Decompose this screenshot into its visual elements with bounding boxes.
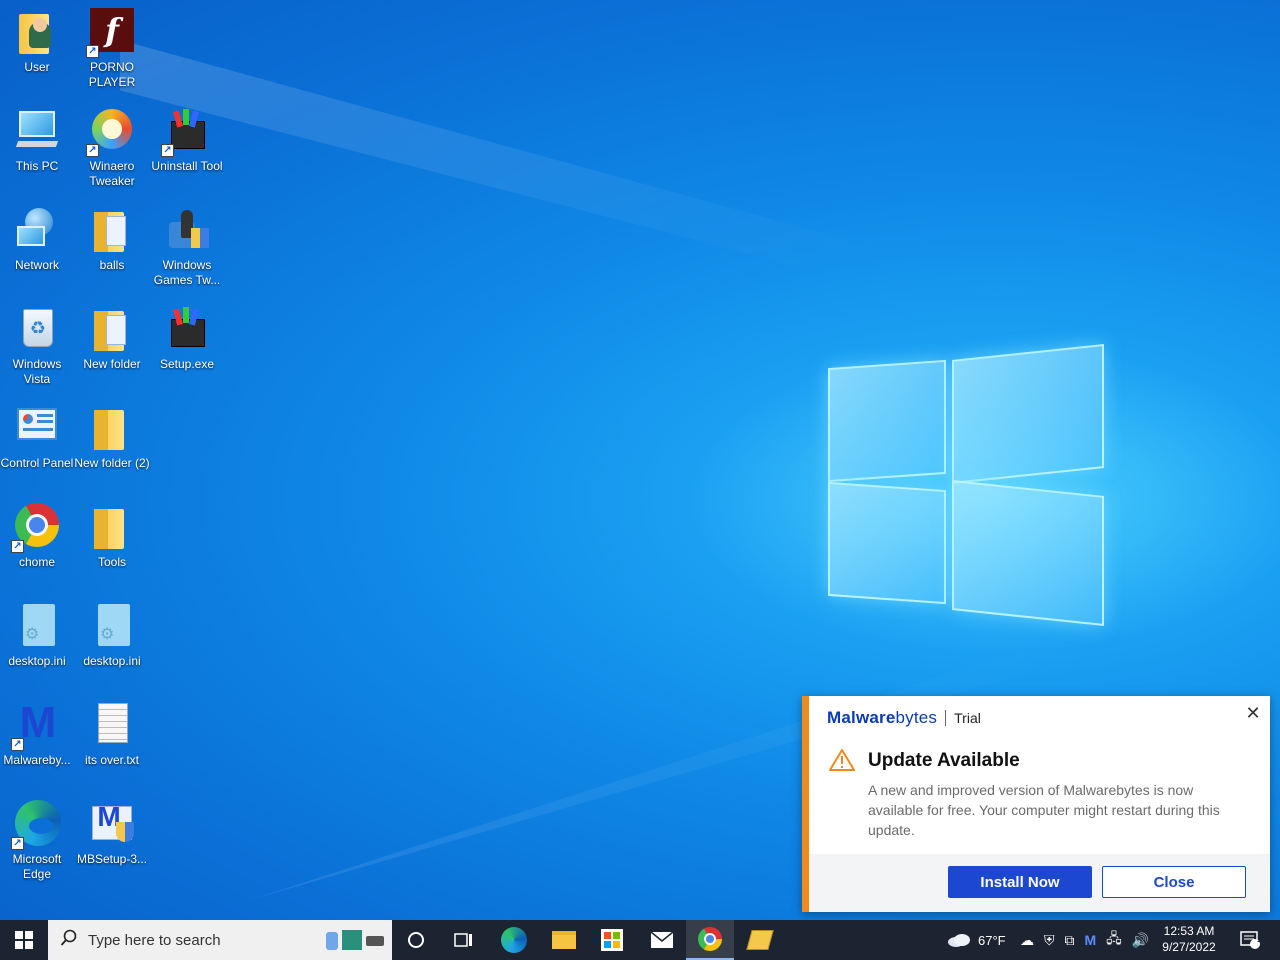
chrome-icon[interactable] xyxy=(686,920,734,960)
desktop-icon-microsoft-edge[interactable]: ↗ Microsoft Edge xyxy=(0,792,74,888)
desktop-icon-user[interactable]: User xyxy=(0,0,74,96)
control-panel-icon xyxy=(13,404,61,452)
winaero-tweaker-icon: ↗ xyxy=(86,107,136,157)
weather-widget[interactable]: 67°F xyxy=(946,920,1006,960)
user-folder-icon xyxy=(13,8,61,56)
windows-logo-wallpaper xyxy=(826,338,1108,626)
security-shield-icon[interactable]: ⛨ xyxy=(1044,932,1055,949)
clock-time: 12:53 AM xyxy=(1163,924,1215,938)
mbsetup-icon: M xyxy=(88,800,136,848)
network-globe-icon xyxy=(13,206,61,254)
text-file-icon xyxy=(88,701,136,749)
desktop-icon-this-pc[interactable]: This PC xyxy=(0,99,74,195)
notification-title: Update Available xyxy=(868,750,1020,771)
desktop-icon-desktop-ini-2[interactable]: desktop.ini xyxy=(75,594,149,690)
settings-file-icon xyxy=(88,602,136,650)
malwarebytes-tray-icon[interactable]: M xyxy=(1085,932,1097,948)
volume-icon[interactable]: 🔊 xyxy=(1132,932,1149,949)
folder-doc-icon xyxy=(88,305,136,353)
desktop-icon-mbsetup[interactable]: M MBSetup-3... xyxy=(75,792,149,888)
folder-doc-icon xyxy=(88,206,136,254)
notification-body: A new and improved version of Malwarebyt… xyxy=(868,782,1220,838)
system-tray-icons: ☁ ⛨ ⧉ M 🖧 🔊 xyxy=(1020,920,1149,960)
app-icon[interactable] xyxy=(736,920,784,960)
malwarebytes-icon: M ↗ xyxy=(11,701,61,751)
desktop-icon-windows-games-tweaker[interactable]: Windows Games Tw... xyxy=(150,198,224,294)
desktop-icon-windows-vista[interactable]: ♻ Windows Vista xyxy=(0,297,74,393)
desktop-icon-new-folder-2[interactable]: New folder (2) xyxy=(74,396,150,492)
edge-icon: ↗ xyxy=(11,800,61,850)
settings-file-icon xyxy=(13,602,61,650)
search-highlight-illustration xyxy=(318,926,388,954)
taskbar-search-box[interactable]: Type here to search xyxy=(48,920,392,960)
installer-box-icon xyxy=(163,305,211,353)
computer-icon xyxy=(13,107,61,155)
taskbar: Type here to search 67°F ☁ ⛨ ⧉ M 🖧 🔊 12:… xyxy=(0,920,1280,960)
file-explorer-icon[interactable] xyxy=(540,920,588,960)
close-icon[interactable]: ✕ xyxy=(1244,704,1262,722)
notification-header: Malwarebytes Trial xyxy=(827,708,981,728)
clock-date: 9/27/2022 xyxy=(1162,940,1216,954)
notification-count: 1 xyxy=(1256,934,1262,944)
task-view-icon[interactable] xyxy=(440,920,488,960)
desktop-icon-chome[interactable]: ↗ chome xyxy=(0,495,74,591)
store-icon[interactable] xyxy=(588,920,636,960)
search-placeholder: Type here to search xyxy=(88,931,221,949)
flash-player-icon: f ↗ xyxy=(86,8,136,58)
cortana-icon[interactable] xyxy=(392,920,440,960)
windows-start-icon xyxy=(15,931,33,949)
system-clock[interactable]: 12:53 AM 9/27/2022 xyxy=(1154,923,1224,955)
desktop-icon-winaero-tweaker[interactable]: ↗ Winaero Tweaker xyxy=(75,99,149,195)
close-button[interactable]: Close xyxy=(1102,866,1246,898)
install-now-button[interactable]: Install Now xyxy=(948,866,1092,898)
onedrive-offline-icon[interactable]: ☁ xyxy=(1020,932,1034,949)
desktop-icon-porno-player[interactable]: f ↗ PORNO PLAYER xyxy=(75,0,149,96)
cloud-icon xyxy=(948,934,970,947)
trial-label: Trial xyxy=(954,710,981,726)
search-icon xyxy=(60,929,80,952)
start-button[interactable] xyxy=(0,920,48,960)
warning-icon xyxy=(829,749,855,771)
folder-icon xyxy=(88,503,136,551)
network-icon[interactable]: 🖧 xyxy=(1106,928,1122,952)
desktop-icon-balls[interactable]: balls xyxy=(75,198,149,294)
malwarebytes-logo: Malwarebytes xyxy=(827,708,938,727)
games-tweaker-icon xyxy=(163,206,211,254)
desktop-icon-control-panel[interactable]: Control Panel xyxy=(0,396,74,492)
installer-box-icon: ↗ xyxy=(161,107,211,157)
desktop-icon-its-over-txt[interactable]: its over.txt xyxy=(75,693,149,789)
desktop-icon-tools[interactable]: Tools xyxy=(75,495,149,591)
recycle-bin-icon: ♻ xyxy=(13,305,61,353)
desktop-icon-network[interactable]: Network xyxy=(0,198,74,294)
desktop-icon-desktop-ini-1[interactable]: desktop.ini xyxy=(0,594,74,690)
edge-icon[interactable] xyxy=(490,920,538,960)
desktop-icon-uninstall-tool[interactable]: ↗ Uninstall Tool xyxy=(150,99,224,195)
header-divider xyxy=(945,710,947,726)
meet-now-icon[interactable]: ⧉ xyxy=(1065,932,1075,949)
desktop-icon-malwarebytes[interactable]: M ↗ Malwareby... xyxy=(0,693,74,789)
notification-actions: Install Now Close xyxy=(809,854,1270,912)
action-center-button[interactable]: 1 xyxy=(1230,920,1270,960)
malwarebytes-update-notification: Malwarebytes Trial ✕ Update Available A … xyxy=(802,696,1270,912)
desktop-icon-new-folder[interactable]: New folder xyxy=(75,297,149,393)
weather-temperature: 67°F xyxy=(978,932,1006,948)
desktop-icon-setup-exe[interactable]: Setup.exe xyxy=(150,297,224,393)
mail-icon[interactable] xyxy=(638,920,686,960)
chrome-icon: ↗ xyxy=(11,503,61,553)
folder-icon xyxy=(88,404,136,452)
